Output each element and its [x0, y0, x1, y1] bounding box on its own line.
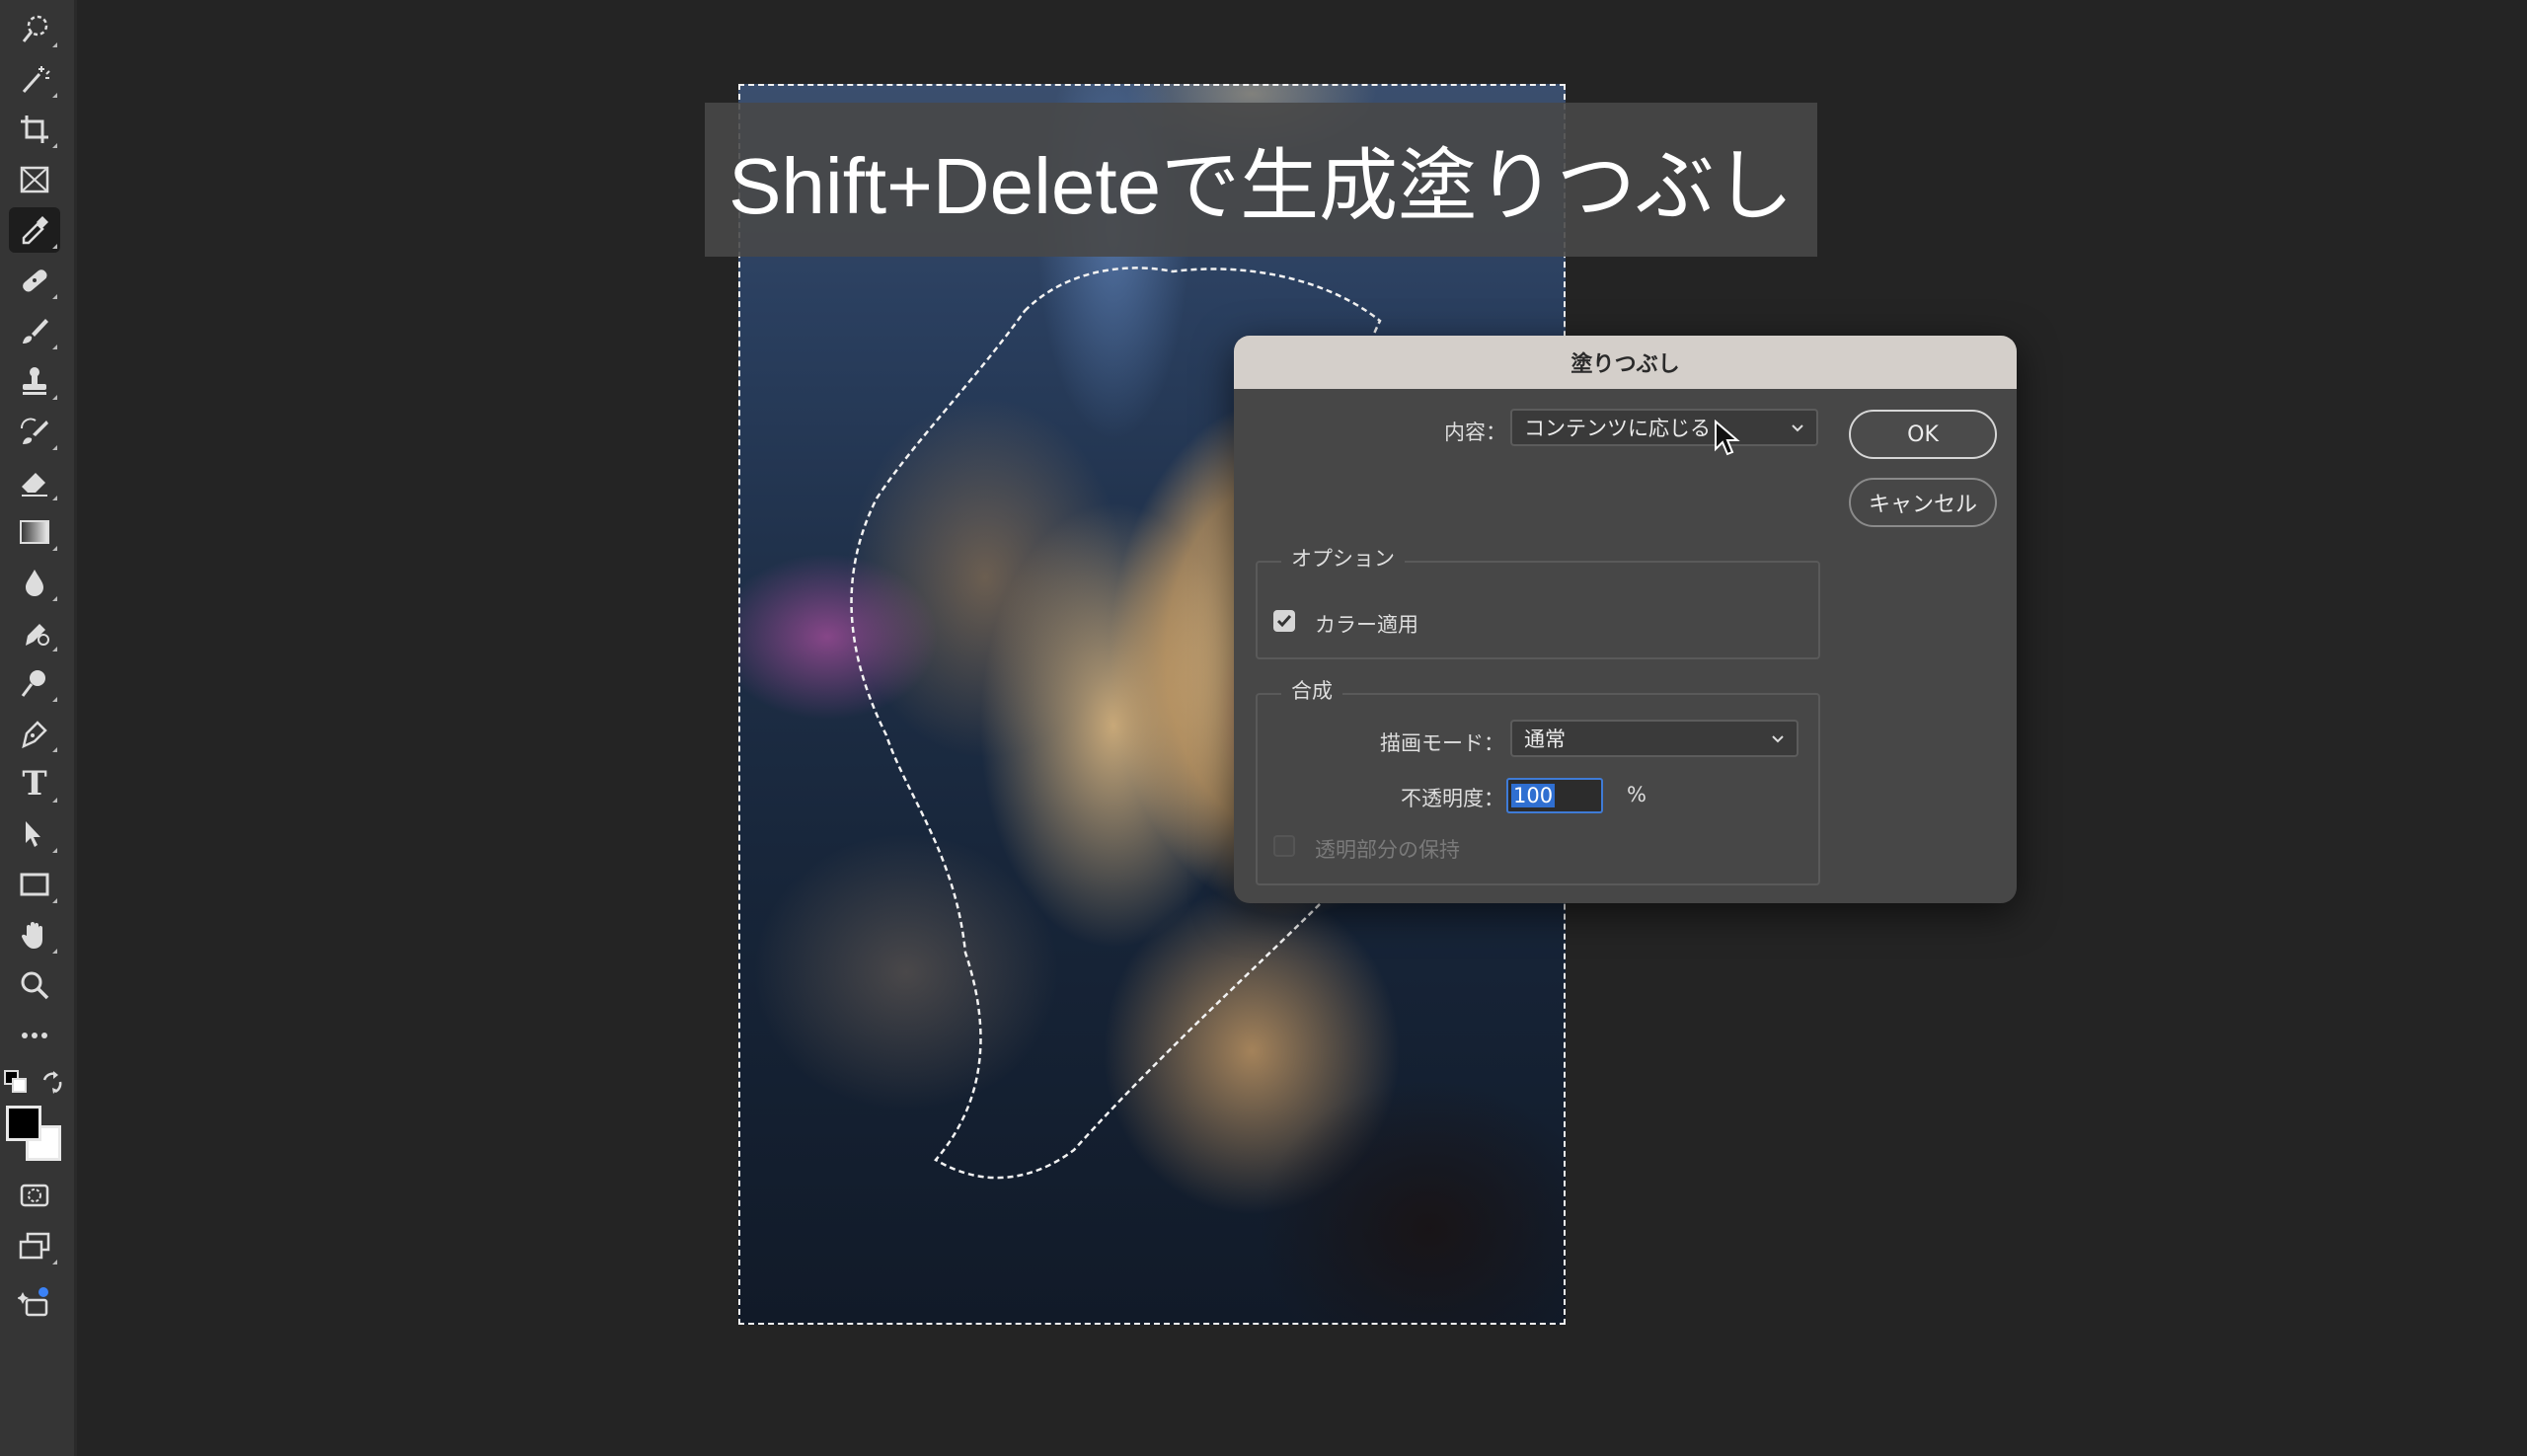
tutorial-caption: Shift+Deleteで生成塗りつぶし [705, 103, 1817, 257]
zoom-tool-icon[interactable] [9, 962, 60, 1008]
history-brush-tool-icon[interactable] [9, 409, 60, 454]
brush-tool-icon[interactable] [9, 308, 60, 353]
contents-select[interactable]: コンテンツに応じる [1510, 409, 1818, 446]
path-selection-tool-icon[interactable] [9, 811, 60, 857]
frame-tool-icon[interactable] [9, 157, 60, 202]
contents-label: 内容： [1444, 421, 1506, 444]
swap-colors-icon[interactable] [39, 1070, 65, 1096]
quick-selection-tool-icon[interactable] [9, 6, 60, 51]
opacity-label: 不透明度： [1401, 787, 1504, 810]
tools-panel: T [0, 0, 77, 1456]
opacity-unit: % [1627, 783, 1646, 806]
dialog-title: 塗りつぶし [1570, 352, 1680, 377]
clone-stamp-tool-icon[interactable] [9, 358, 60, 404]
blend-mode-value: 通常 [1524, 728, 1566, 751]
cancel-button[interactable]: キャンセル [1849, 478, 1997, 527]
gradient-tool-icon[interactable] [9, 509, 60, 555]
options-group-title: オプション [1281, 543, 1405, 573]
mode-label: 描画モード： [1380, 731, 1504, 755]
more-tools-icon[interactable] [9, 1013, 60, 1058]
preserve-transparency-label: 透明部分の保持 [1315, 838, 1460, 862]
dodge-tool-icon[interactable] [9, 660, 60, 706]
rectangle-tool-icon[interactable] [9, 862, 60, 907]
crop-tool-icon[interactable] [9, 107, 60, 152]
default-colors-icon[interactable] [4, 1070, 28, 1094]
chevron-down-icon [1792, 424, 1803, 432]
blend-mode-select[interactable]: 通常 [1510, 720, 1799, 757]
contents-value: コンテンツに応じる [1524, 417, 1711, 440]
blending-group-title: 合成 [1281, 675, 1342, 705]
pen-tool-icon[interactable] [9, 711, 60, 756]
screen-mode-icon[interactable] [9, 1223, 60, 1268]
spot-healing-tool-icon[interactable] [9, 258, 60, 303]
smudge-tool-icon[interactable] [9, 610, 60, 655]
mouse-pointer-icon [1715, 420, 1740, 456]
eraser-tool-icon[interactable] [9, 459, 60, 504]
checkmark-icon [1276, 615, 1292, 628]
blur-tool-icon[interactable] [9, 560, 60, 605]
preserve-transparency-checkbox[interactable] [1273, 835, 1295, 857]
type-tool-icon[interactable]: T [9, 761, 60, 806]
generative-edit-icon[interactable] [9, 1280, 60, 1326]
dialog-title-bar[interactable]: 塗りつぶし [1234, 336, 2017, 389]
type-tool-glyph: T [22, 764, 47, 804]
hand-tool-icon[interactable] [9, 912, 60, 958]
magic-wand-tool-icon[interactable] [9, 56, 60, 102]
eyedropper-tool-icon[interactable] [9, 207, 60, 253]
ok-button[interactable]: OK [1849, 410, 1997, 459]
cancel-button-label: キャンセル [1868, 493, 1977, 517]
quick-mask-icon[interactable] [9, 1173, 60, 1218]
color-adaptation-checkbox[interactable] [1273, 610, 1295, 632]
ok-button-label: OK [1907, 421, 1939, 447]
opacity-input[interactable]: 100 [1506, 778, 1603, 813]
opacity-value: 100 [1511, 784, 1556, 807]
color-adaptation-label: カラー適用 [1315, 613, 1418, 637]
fill-dialog: 塗りつぶし 内容： コンテンツに応じる OK キャンセル オプション カラー適用… [1234, 336, 2017, 903]
chevron-down-icon [1772, 735, 1784, 743]
caption-text: Shift+Deleteで生成塗りつぶし [728, 142, 1794, 230]
foreground-color-swatch[interactable] [6, 1106, 41, 1141]
